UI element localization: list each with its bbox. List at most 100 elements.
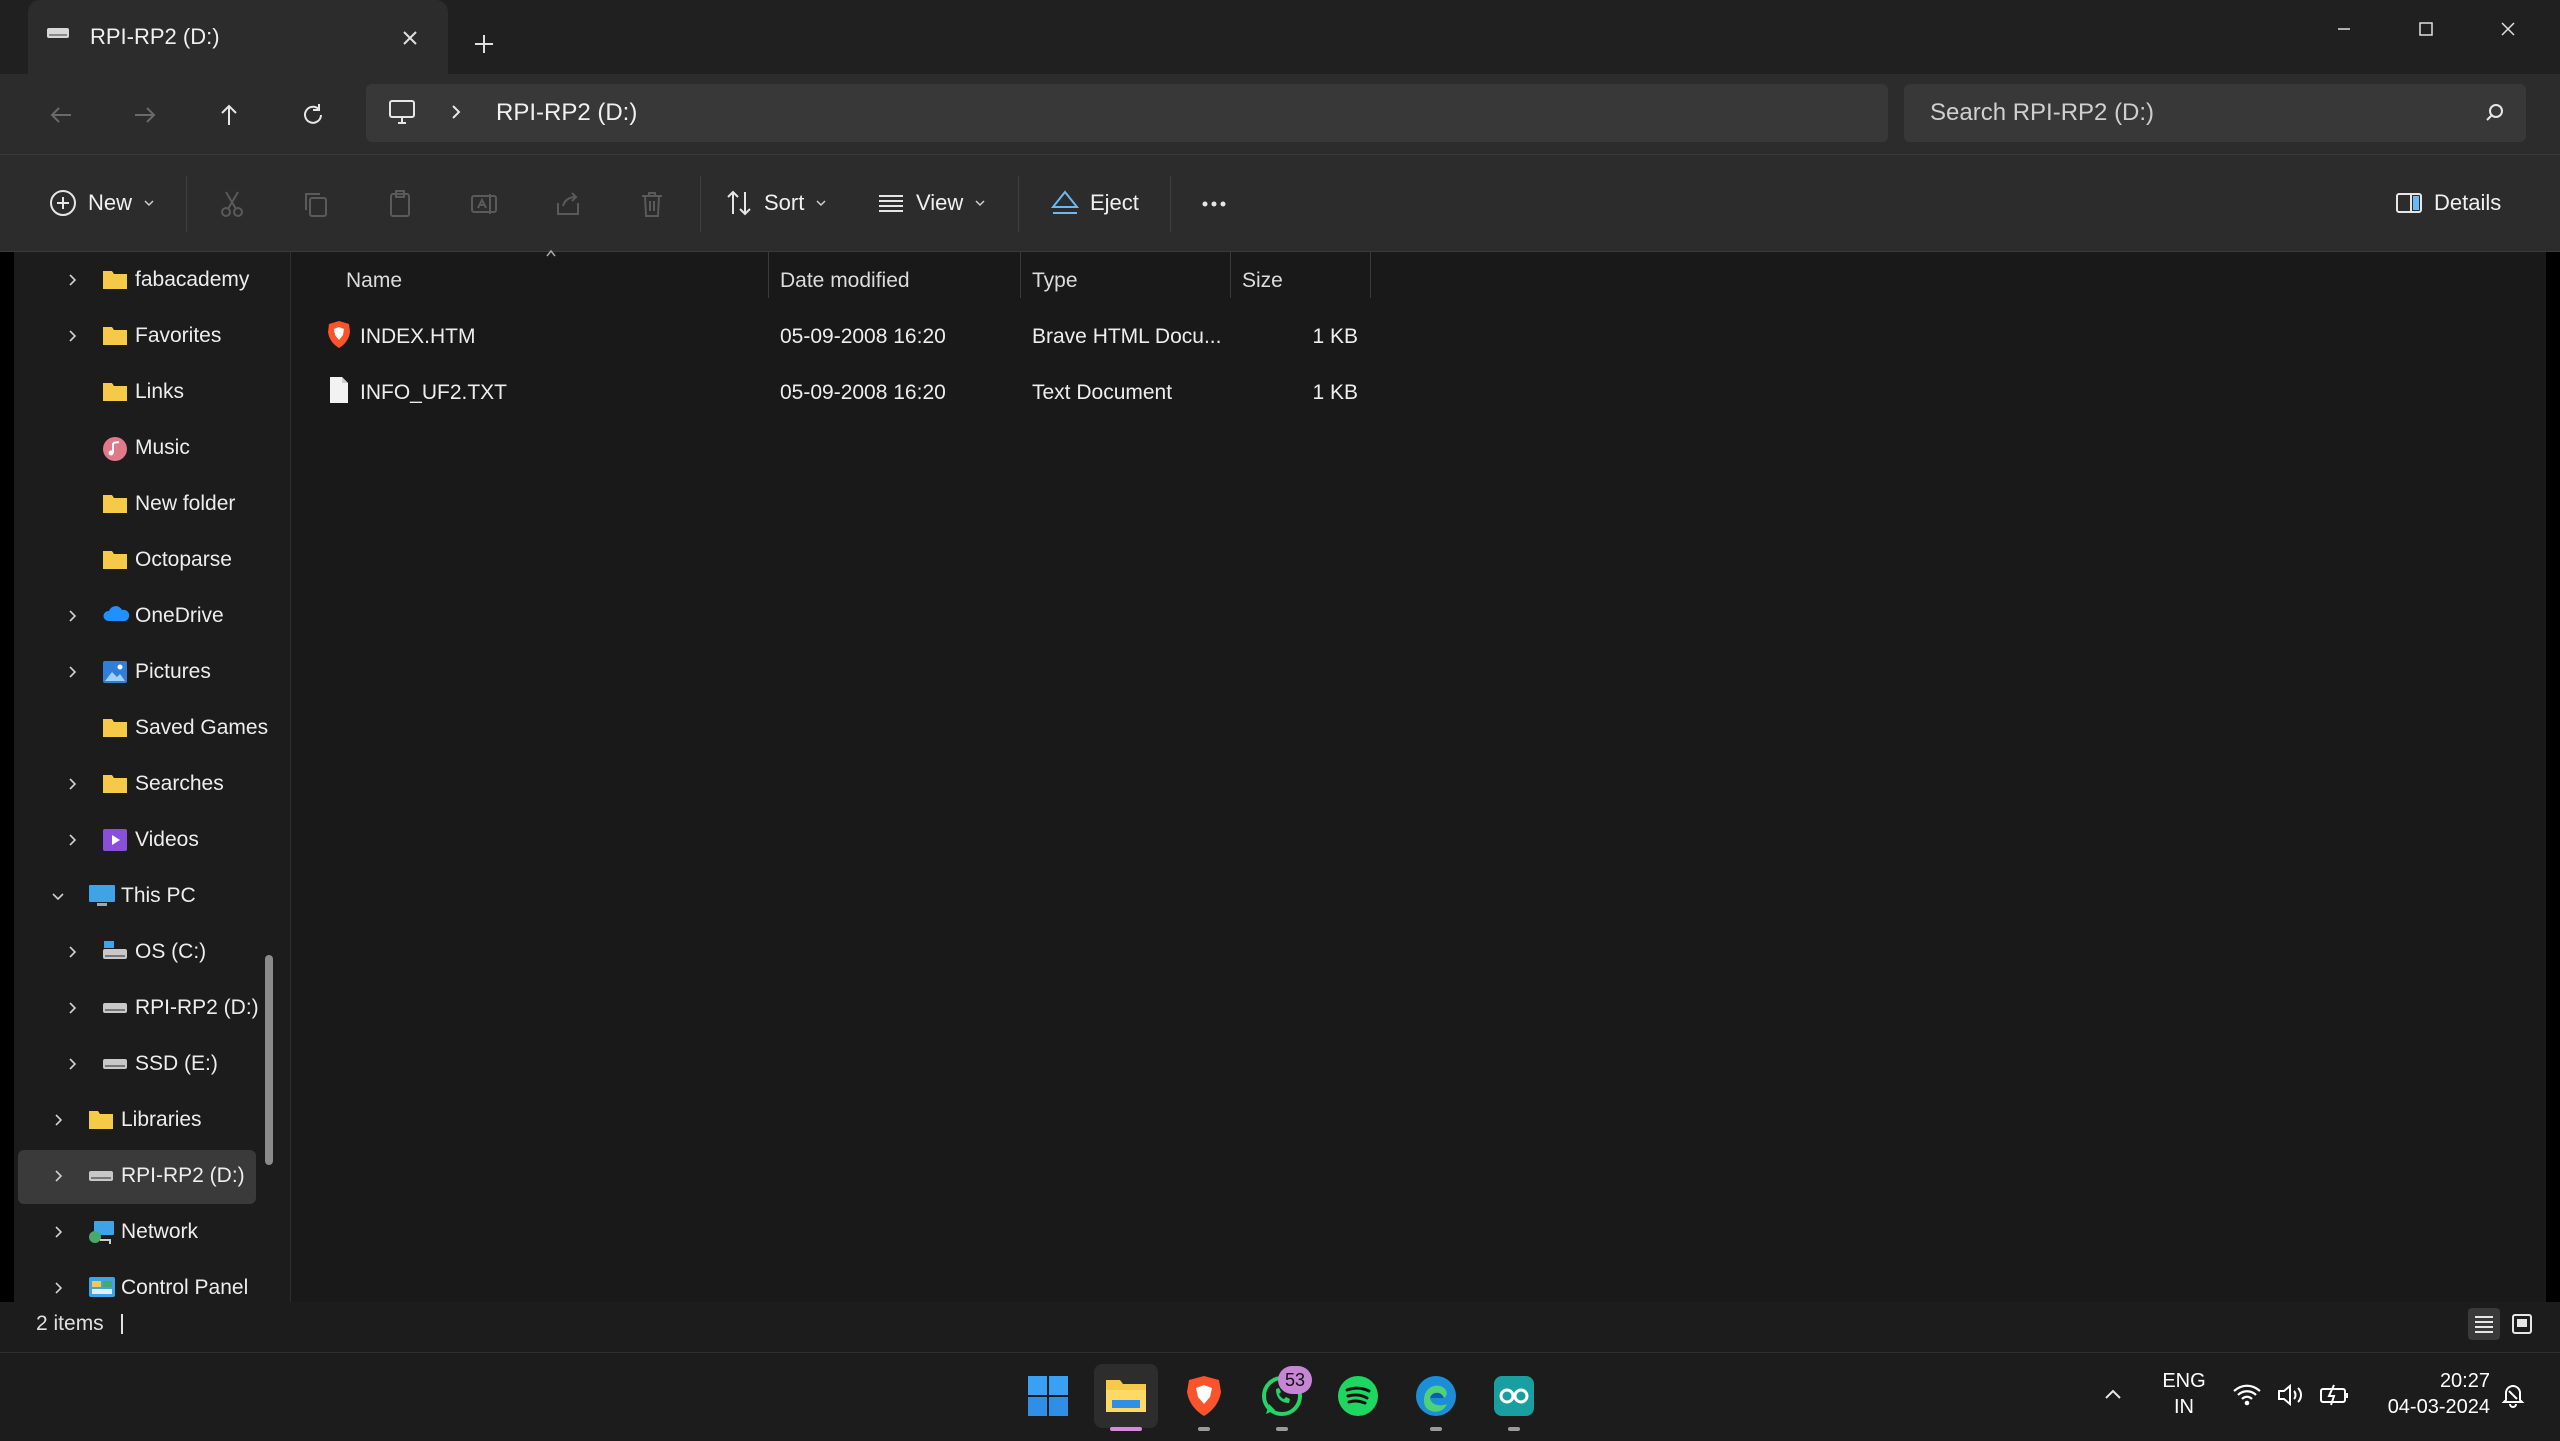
sidebar-item-libraries[interactable]: Libraries bbox=[46, 1096, 280, 1144]
sidebar-item-videos[interactable]: Videos bbox=[60, 816, 280, 864]
chevron-right-icon[interactable] bbox=[50, 1112, 66, 1128]
sidebar-item-fabacademy[interactable]: fabacademy bbox=[60, 256, 280, 304]
sidebar-item-network[interactable]: Network bbox=[46, 1208, 280, 1256]
sidebar-item-this-pc[interactable]: This PC bbox=[46, 872, 280, 920]
column-header-name[interactable]: Name bbox=[346, 262, 766, 300]
copy-icon[interactable] bbox=[298, 186, 334, 222]
chevron-right-icon[interactable] bbox=[64, 664, 80, 680]
taskbar-brave[interactable] bbox=[1172, 1364, 1236, 1428]
column-divider[interactable] bbox=[1370, 252, 1371, 298]
battery-charging-icon[interactable] bbox=[2318, 1382, 2352, 1408]
back-button[interactable] bbox=[42, 96, 80, 134]
chevron-right-icon[interactable] bbox=[64, 272, 80, 288]
start-button[interactable] bbox=[1016, 1364, 1080, 1428]
column-header-type[interactable]: Type bbox=[1032, 262, 1222, 300]
chevron-down-icon[interactable] bbox=[50, 888, 66, 904]
sort-label: Sort bbox=[764, 190, 805, 215]
chevron-right-icon[interactable] bbox=[50, 1168, 66, 1184]
sidebar-item-favorites[interactable]: Favorites bbox=[60, 312, 280, 360]
chevron-down-icon bbox=[142, 196, 156, 210]
chevron-right-icon[interactable] bbox=[64, 944, 80, 960]
sidebar-item-new-folder[interactable]: New folder bbox=[60, 480, 280, 528]
large-icons-view-icon[interactable] bbox=[2506, 1308, 2538, 1340]
up-button[interactable] bbox=[210, 96, 248, 134]
sidebar-item-rpi-rp2-d[interactable]: RPI-RP2 (D:) bbox=[60, 984, 280, 1032]
column-divider[interactable] bbox=[768, 252, 769, 298]
new-button[interactable]: New bbox=[48, 178, 156, 228]
sort-ascending-icon bbox=[544, 248, 558, 258]
sidebar-item-searches[interactable]: Searches bbox=[60, 760, 280, 808]
clock[interactable]: 20:27 04-03-2024 bbox=[2366, 1368, 2490, 1420]
volume-icon[interactable] bbox=[2276, 1382, 2306, 1408]
sidebar-item-saved-games[interactable]: Saved Games bbox=[60, 704, 280, 752]
item-count: 2 items bbox=[36, 1312, 104, 1335]
file-name[interactable]: INDEX.HTM bbox=[360, 318, 476, 356]
sidebar-item-music[interactable]: Music bbox=[60, 424, 280, 472]
chevron-right-icon[interactable] bbox=[64, 1056, 80, 1072]
wifi-icon[interactable] bbox=[2232, 1382, 2262, 1408]
show-hidden-icons-chevron-up-icon[interactable] bbox=[2102, 1384, 2124, 1406]
column-divider[interactable] bbox=[1230, 252, 1231, 298]
forward-button[interactable] bbox=[126, 96, 164, 134]
column-divider[interactable] bbox=[1020, 252, 1021, 298]
sidebar-item-ssd-e[interactable]: SSD (E:) bbox=[60, 1040, 280, 1088]
chevron-right-icon[interactable] bbox=[64, 832, 80, 848]
sidebar-item-octoparse[interactable]: Octoparse bbox=[60, 536, 280, 584]
file-explorer-icon bbox=[1104, 1376, 1148, 1416]
details-label: Details bbox=[2434, 190, 2502, 215]
language-indicator[interactable]: ENG IN bbox=[2150, 1368, 2218, 1420]
taskbar-edge[interactable] bbox=[1404, 1364, 1468, 1428]
chevron-right-icon[interactable] bbox=[446, 102, 466, 122]
cut-icon[interactable] bbox=[214, 186, 250, 222]
taskbar-arduino[interactable] bbox=[1482, 1364, 1546, 1428]
eject-button[interactable]: Eject bbox=[1050, 178, 1139, 228]
new-label: New bbox=[88, 190, 133, 215]
taskbar-spotify[interactable] bbox=[1326, 1364, 1390, 1428]
new-tab-button[interactable] bbox=[470, 30, 498, 58]
chevron-right-icon[interactable] bbox=[64, 328, 80, 344]
chevron-right-icon[interactable] bbox=[64, 776, 80, 792]
chevron-right-icon[interactable] bbox=[50, 1280, 66, 1296]
sidebar-item-rpi-rp2-selected[interactable]: RPI-RP2 (D:) bbox=[46, 1152, 280, 1200]
column-header-size[interactable]: Size bbox=[1242, 262, 1362, 300]
maximize-button[interactable] bbox=[2408, 14, 2444, 44]
sidebar-item-label: Favorites bbox=[135, 324, 222, 347]
text-file-icon bbox=[328, 376, 350, 404]
search-box[interactable]: Search RPI-RP2 (D:) bbox=[1904, 84, 2526, 142]
chevron-right-icon[interactable] bbox=[50, 1224, 66, 1240]
taskbar-file-explorer[interactable] bbox=[1094, 1364, 1158, 1428]
chevron-right-icon[interactable] bbox=[64, 608, 80, 624]
sidebar-item-pictures[interactable]: Pictures bbox=[60, 648, 280, 696]
details-button[interactable]: Details bbox=[2394, 178, 2501, 228]
view-button[interactable]: View bbox=[876, 178, 987, 228]
arduino-icon bbox=[1492, 1374, 1536, 1418]
file-name[interactable]: INFO_UF2.TXT bbox=[360, 374, 507, 412]
more-options-icon[interactable] bbox=[1196, 186, 1232, 222]
file-type: Brave HTML Docu... bbox=[1032, 325, 1222, 348]
rename-icon[interactable] bbox=[466, 186, 502, 222]
chevron-right-icon[interactable] bbox=[64, 1000, 80, 1016]
sort-button[interactable]: Sort bbox=[724, 178, 828, 228]
paste-icon[interactable] bbox=[382, 186, 418, 222]
sidebar-item-onedrive[interactable]: OneDrive bbox=[60, 592, 280, 640]
folder-icon bbox=[102, 324, 128, 348]
address-bar[interactable]: RPI-RP2 (D:) bbox=[366, 84, 1888, 142]
delete-icon[interactable] bbox=[634, 186, 670, 222]
search-input[interactable]: Search RPI-RP2 (D:) bbox=[1930, 99, 2154, 127]
sidebar-item-links[interactable]: Links bbox=[60, 368, 280, 416]
search-icon[interactable] bbox=[2484, 102, 2506, 124]
close-window-button[interactable] bbox=[2490, 14, 2526, 44]
running-indicator bbox=[1276, 1427, 1288, 1431]
minimize-button[interactable] bbox=[2326, 14, 2362, 44]
details-view-icon[interactable] bbox=[2468, 1308, 2500, 1340]
share-icon[interactable] bbox=[550, 186, 586, 222]
notification-bell-icon[interactable] bbox=[2500, 1382, 2526, 1408]
tab-rpi-rp2[interactable]: RPI-RP2 (D:) bbox=[28, 0, 448, 74]
refresh-button[interactable] bbox=[294, 96, 332, 134]
sidebar-item-os-c[interactable]: OS (C:) bbox=[60, 928, 280, 976]
close-tab-icon[interactable] bbox=[396, 24, 424, 52]
column-header-date[interactable]: Date modified bbox=[780, 262, 1020, 300]
breadcrumb-current[interactable]: RPI-RP2 (D:) bbox=[496, 99, 637, 127]
running-indicator bbox=[1198, 1427, 1210, 1431]
region-label: IN bbox=[2174, 1396, 2194, 1418]
